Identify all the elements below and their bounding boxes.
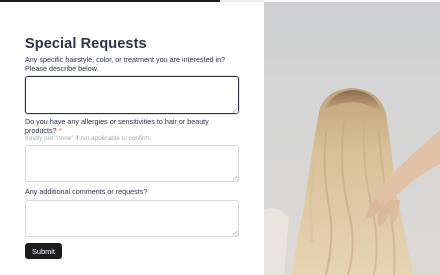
resize-handle-icon[interactable] [233,176,238,181]
submit-button[interactable]: Submit [25,243,62,259]
resize-handle-icon[interactable] [233,231,238,236]
allergies-textarea[interactable] [25,145,239,182]
question-label-hairstyle: Any specific hairstyle, color, or treatm… [25,55,226,73]
allergies-label-text: Do you have any allergies or sensitiviti… [25,117,209,135]
question-label-allergies: Do you have any allergies or sensitiviti… [25,117,240,135]
required-asterisk: * [58,125,62,135]
hair-model-illustration [264,88,440,275]
allergies-hint: Kindly put "none" if not applicable to c… [25,135,152,142]
hairstyle-textarea[interactable] [25,76,239,114]
hair-model-photo [264,2,440,275]
resize-handle-icon[interactable] [233,108,238,113]
comments-textarea[interactable] [25,200,239,237]
question-label-comments: Any additional comments or requests? [25,187,148,196]
page-title: Special Requests [25,36,147,52]
